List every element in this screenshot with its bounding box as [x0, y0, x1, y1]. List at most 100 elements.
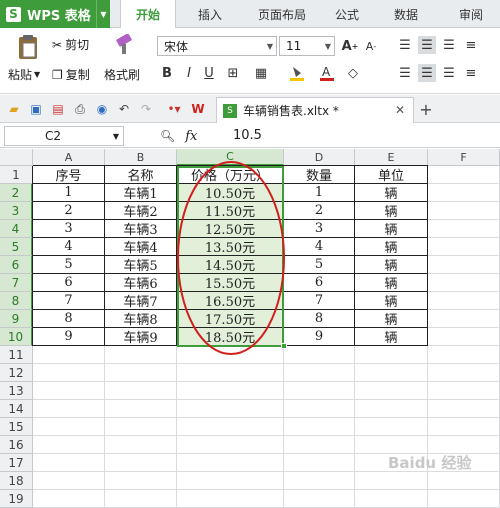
cell-b17[interactable]: [105, 454, 177, 472]
new-tab-icon[interactable]: +: [418, 100, 434, 119]
cell-a19[interactable]: [33, 490, 105, 508]
align-right-icon[interactable]: ☰: [440, 64, 458, 82]
cell-f10[interactable]: [428, 328, 500, 346]
cell-b1[interactable]: 名称: [105, 166, 177, 184]
cell-b12[interactable]: [105, 364, 177, 382]
cell-b15[interactable]: [105, 418, 177, 436]
cell-b19[interactable]: [105, 490, 177, 508]
row-header-18[interactable]: 18: [0, 472, 33, 490]
cell-b5[interactable]: 车辆4: [105, 238, 177, 256]
align-middle-icon[interactable]: ☰: [418, 36, 436, 54]
row-header-6[interactable]: 6: [0, 256, 33, 274]
row-header-11[interactable]: 11: [0, 346, 33, 364]
row-header-14[interactable]: 14: [0, 400, 33, 418]
row-header-8[interactable]: 8: [0, 292, 33, 310]
cell-c3[interactable]: 11.50元: [177, 202, 284, 220]
cell-c18[interactable]: [177, 472, 284, 490]
underline-button[interactable]: U: [200, 64, 218, 82]
cell-e9[interactable]: 辆: [355, 310, 428, 328]
cell-b4[interactable]: 车辆3: [105, 220, 177, 238]
row-header-7[interactable]: 7: [0, 274, 33, 292]
document-tab[interactable]: S 车辆销售表.xltx * ✕: [216, 97, 414, 123]
cell-d15[interactable]: [284, 418, 355, 436]
cell-e14[interactable]: [355, 400, 428, 418]
cell-d17[interactable]: [284, 454, 355, 472]
cell-f8[interactable]: [428, 292, 500, 310]
cell-c6[interactable]: 14.50元: [177, 256, 284, 274]
cell-a13[interactable]: [33, 382, 105, 400]
cell-f19[interactable]: [428, 490, 500, 508]
fill-color-icon[interactable]: [288, 64, 306, 82]
cell-d1[interactable]: 数量: [284, 166, 355, 184]
cell-c10[interactable]: 18.50元: [177, 328, 284, 346]
cell-e15[interactable]: [355, 418, 428, 436]
cell-c13[interactable]: [177, 382, 284, 400]
cell-e11[interactable]: [355, 346, 428, 364]
row-header-17[interactable]: 17: [0, 454, 33, 472]
cell-d19[interactable]: [284, 490, 355, 508]
cell-e4[interactable]: 辆: [355, 220, 428, 238]
print-preview-icon[interactable]: ◉: [94, 101, 110, 117]
cell-e13[interactable]: [355, 382, 428, 400]
column-header-a[interactable]: A: [33, 149, 105, 166]
row-header-16[interactable]: 16: [0, 436, 33, 454]
cell-b18[interactable]: [105, 472, 177, 490]
export-pdf-icon[interactable]: ▤: [50, 101, 66, 117]
align-bottom-icon[interactable]: ☰: [440, 36, 458, 54]
cell-f18[interactable]: [428, 472, 500, 490]
cell-f14[interactable]: [428, 400, 500, 418]
cell-b14[interactable]: [105, 400, 177, 418]
name-box[interactable]: C2 ▼: [4, 126, 124, 146]
cell-b2[interactable]: 车辆1: [105, 184, 177, 202]
cell-e2[interactable]: 辆: [355, 184, 428, 202]
cut-button[interactable]: ✂ 剪切: [52, 36, 89, 53]
font-color-icon[interactable]: A: [318, 64, 336, 82]
cell-a1[interactable]: 序号: [33, 166, 105, 184]
cell-f2[interactable]: [428, 184, 500, 202]
cell-c1[interactable]: 价格（万元）: [177, 166, 284, 184]
save-icon[interactable]: ▣: [28, 101, 44, 117]
cell-f1[interactable]: [428, 166, 500, 184]
row-header-15[interactable]: 15: [0, 418, 33, 436]
cell-d2[interactable]: 1: [284, 184, 355, 202]
cell-b9[interactable]: 车辆8: [105, 310, 177, 328]
cell-style-icon[interactable]: ▦: [252, 64, 270, 82]
cell-f3[interactable]: [428, 202, 500, 220]
align-top-icon[interactable]: ☰: [396, 36, 414, 54]
cell-d16[interactable]: [284, 436, 355, 454]
cell-e18[interactable]: [355, 472, 428, 490]
align-left-icon[interactable]: ☰: [396, 64, 414, 82]
orientation-icon[interactable]: ≡: [462, 36, 480, 54]
cell-d9[interactable]: 8: [284, 310, 355, 328]
cell-c15[interactable]: [177, 418, 284, 436]
cell-f12[interactable]: [428, 364, 500, 382]
cell-f9[interactable]: [428, 310, 500, 328]
cell-b10[interactable]: 车辆9: [105, 328, 177, 346]
cell-c17[interactable]: [177, 454, 284, 472]
row-header-2[interactable]: 2: [0, 184, 33, 202]
cell-f6[interactable]: [428, 256, 500, 274]
cell-d18[interactable]: [284, 472, 355, 490]
cell-a14[interactable]: [33, 400, 105, 418]
column-header-b[interactable]: B: [105, 149, 177, 166]
align-center-icon[interactable]: ☰: [418, 64, 436, 82]
cell-a16[interactable]: [33, 436, 105, 454]
cell-f5[interactable]: [428, 238, 500, 256]
cell-c12[interactable]: [177, 364, 284, 382]
select-all-corner[interactable]: [0, 149, 33, 166]
cell-a3[interactable]: 2: [33, 202, 105, 220]
cell-b3[interactable]: 车辆2: [105, 202, 177, 220]
cell-d8[interactable]: 7: [284, 292, 355, 310]
column-header-d[interactable]: D: [284, 149, 355, 166]
tab-formulas[interactable]: 公式: [322, 0, 372, 28]
cell-d5[interactable]: 4: [284, 238, 355, 256]
cell-b11[interactable]: [105, 346, 177, 364]
bold-button[interactable]: B: [158, 64, 176, 82]
cell-f7[interactable]: [428, 274, 500, 292]
cell-d11[interactable]: [284, 346, 355, 364]
cell-a12[interactable]: [33, 364, 105, 382]
cell-e3[interactable]: 辆: [355, 202, 428, 220]
cell-c9[interactable]: 17.50元: [177, 310, 284, 328]
cell-f4[interactable]: [428, 220, 500, 238]
cell-d7[interactable]: 6: [284, 274, 355, 292]
